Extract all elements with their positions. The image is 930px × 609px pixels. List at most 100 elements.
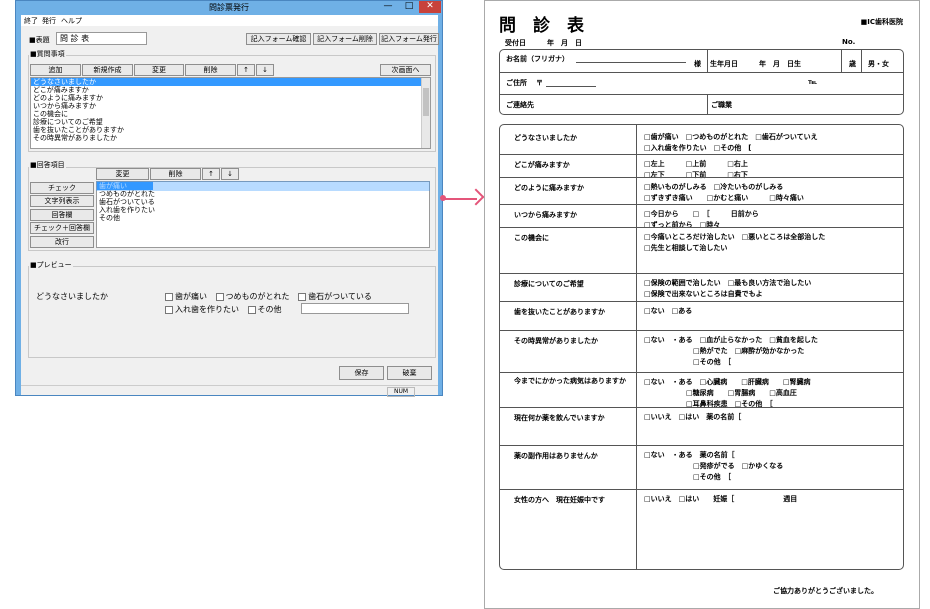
table-row: 今までにかかった病気はありますか □ない ・ある □心臓病 □肝臓病 □腎臓病 □… [500,372,903,408]
question-text: どこが痛みますか [514,161,570,169]
answer-block: □いいえ □はい 薬の名前［ [644,412,741,423]
list-item[interactable]: その他 [97,214,429,222]
divider [500,72,903,73]
linebreak-type-button[interactable]: 改行 [30,236,94,248]
preview-options-row2: 入れ歯を作りたい その他 [165,304,282,315]
issue-form-button[interactable]: 記入フォーム発行 [379,33,439,45]
row-divider [500,489,903,490]
answer-up-button[interactable]: ↑ [202,168,220,180]
question-text: その時異常がありましたか [514,337,598,345]
list-item[interactable]: どうなさいましたか [31,78,430,86]
edit-answer-button[interactable]: 変更 [96,168,149,180]
answer-list[interactable]: 歯が痛い つめものがとれた 歯石がついている 入れ歯を作りたい その他 [96,181,430,248]
divider [500,94,903,95]
answer-line: □ない ・ある □心臓病 □肝臓病 □腎臓病 [644,378,811,386]
menu-bar: 終了 発行 ヘルプ [21,15,438,26]
list-item[interactable]: その時異常がありましたか [31,134,430,142]
question-text: 薬の副作用はありませんか [514,452,598,460]
clinic-name: ■IC歯科医院 [860,18,903,26]
save-button[interactable]: 保存 [339,366,384,380]
window-client: 終了 発行 ヘルプ ■表題 問 診 表 記入フォーム確認 記入フォーム削除 記入… [21,15,439,397]
answer-list-selection [96,181,430,191]
list-item[interactable]: いつから痛みますか [31,102,430,110]
answer-down-button[interactable]: ↓ [221,168,239,180]
question-list[interactable]: どうなさいましたか どこが痛みますか どのように痛みますか いつから痛みますか … [30,77,431,149]
answer-block: □歯が痛い □つめものがとれた □歯石がついていえ □入れ歯を作りたい □その他 … [644,132,818,154]
birth-date-label: 生年月日 年 月 日生 [710,60,801,68]
answer-block: □いいえ □はい 妊娠［ 週目 [644,494,797,505]
question-down-button[interactable]: ↓ [256,64,274,76]
list-item[interactable]: どのように痛みますか [31,94,430,102]
list-item[interactable]: どこが痛みますか [31,86,430,94]
answer-line: □ない ・ある 薬の名前［ [644,451,735,459]
list-item[interactable]: 歯石がついている [97,198,429,206]
maximize-button[interactable]: □ [399,1,419,13]
close-button[interactable]: ✕ [419,1,441,13]
table-row: 歯を抜いたことがありますか □ない □ある [500,301,903,330]
answer-line: □ない □ある [644,307,693,315]
question-list-scrollbar[interactable] [421,78,430,148]
check-answer-type-button[interactable]: チェック＋回答欄 [30,222,94,234]
preview-option: つめものがとれた [225,292,290,301]
minimize-button[interactable]: — [378,1,398,13]
contact-label: ご連絡先 [506,101,534,109]
table-row: いつから痛みますか □今日から □ ［ 日前から □ずっと前から □時々 [500,204,903,229]
tel-label: ℡ [808,78,817,86]
menu-issue[interactable]: 発行 [42,16,56,26]
preview-other-input[interactable] [301,303,409,314]
list-item[interactable]: 入れ歯を作りたい [97,206,429,214]
table-row: この機会に □今痛いところだけ治したい □悪いところは全部治した □先生と相談して治… [500,227,903,273]
delete-question-button[interactable]: 削除 [185,64,236,76]
table-row: どのように痛みますか □熱いものがしみる □冷たいものがしみる □ずきずき痛い □か… [500,177,903,204]
checkbox[interactable] [165,305,173,314]
checkbox[interactable] [247,305,256,314]
answer-line: □先生と相談して治したい [644,244,728,252]
doc-title: 問 診 表 [499,16,584,36]
list-item[interactable]: 診療についてのご希望 [31,118,430,126]
question-text: いつから痛みますか [514,211,577,219]
text-type-button[interactable]: 文字列表示 [30,195,94,207]
row-divider [500,330,903,331]
check-type-button[interactable]: チェック [30,182,94,194]
table-row: 薬の副作用はありませんか □ない ・ある 薬の名前［ □発疹がでる □かゆくなる … [500,445,903,489]
new-question-button[interactable]: 新規作成 [82,64,133,76]
answer-block: □保険の範囲で治したい □最も良い方法で治したい □保険で出来ないところは自費でも… [644,278,811,300]
question-text: 歯を抜いたことがありますか [514,308,605,316]
menu-exit[interactable]: 終了 [24,16,38,26]
scrollbar-thumb[interactable] [423,88,429,116]
preview-option: 歯が痛い [175,292,207,301]
question-text: 診療についてのご希望 [514,280,584,288]
row-divider [500,372,903,373]
discard-button[interactable]: 破棄 [387,366,432,380]
question-text: どのように痛みますか [514,184,584,192]
next-page-button[interactable]: 次画面へ [380,64,431,76]
answer-line: □保険で出来ないところは自費でもよ [644,290,763,298]
patient-info-box: お名前（フリガナ） 様 生年月日 年 月 日生 歳 男・女 ご住所 〒 ℡ ご連… [499,49,904,115]
answer-line: □ずきずき痛い □かむと痛い □時々痛い [644,194,804,202]
question-up-button[interactable]: ↑ [237,64,255,76]
menu-help[interactable]: ヘルプ [61,16,82,26]
answer-line: □糖尿病 □胃腸病 □高血圧 [644,389,797,397]
list-item[interactable]: つめものがとれた [97,190,429,198]
divider [841,50,842,72]
checkbox[interactable] [298,292,307,301]
checkbox[interactable] [215,292,224,301]
checkbox[interactable] [165,292,173,301]
delete-form-button[interactable]: 記入フォーム削除 [313,33,377,45]
questions-table: どうなさいましたか □歯が痛い □つめものがとれた □歯石がついていえ □入れ歯を作… [499,124,904,570]
row-divider [500,177,903,178]
delete-answer-button[interactable]: 削除 [150,168,201,180]
answer-field-type-button[interactable]: 回答欄 [30,209,94,221]
questionnaire-document: 問 診 表 ■IC歯科医院 受付日 年 月 日 No. お名前（フリガナ） 様 … [484,0,920,609]
confirm-form-button[interactable]: 記入フォーム確認 [246,33,311,45]
edit-question-button[interactable]: 変更 [134,64,184,76]
list-item[interactable]: この機会に [31,110,430,118]
answer-line: □歯が痛い □つめものがとれた □歯石がついていえ [644,133,818,141]
job-label: ご職業 [711,101,732,109]
answer-line: □今日から □ ［ 日前から [644,210,759,218]
add-question-button[interactable]: 追加 [30,64,81,76]
answer-line: □熱がでた □麻酔が効かなかった [644,347,805,355]
list-item[interactable]: 歯を抜いたことがありますか [31,126,430,134]
form-title-input[interactable]: 問 診 表 [56,32,147,45]
arrow-dot [440,195,446,201]
